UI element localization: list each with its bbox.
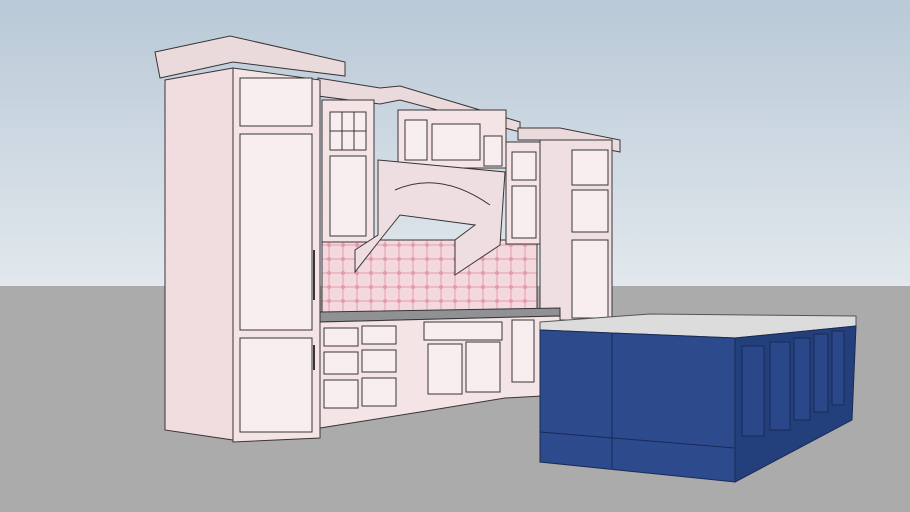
backsplash xyxy=(321,239,538,313)
tall-pantry-cabinet xyxy=(154,35,346,443)
kitchen-3d-viewport[interactable] xyxy=(0,0,910,512)
island-front xyxy=(539,329,736,483)
